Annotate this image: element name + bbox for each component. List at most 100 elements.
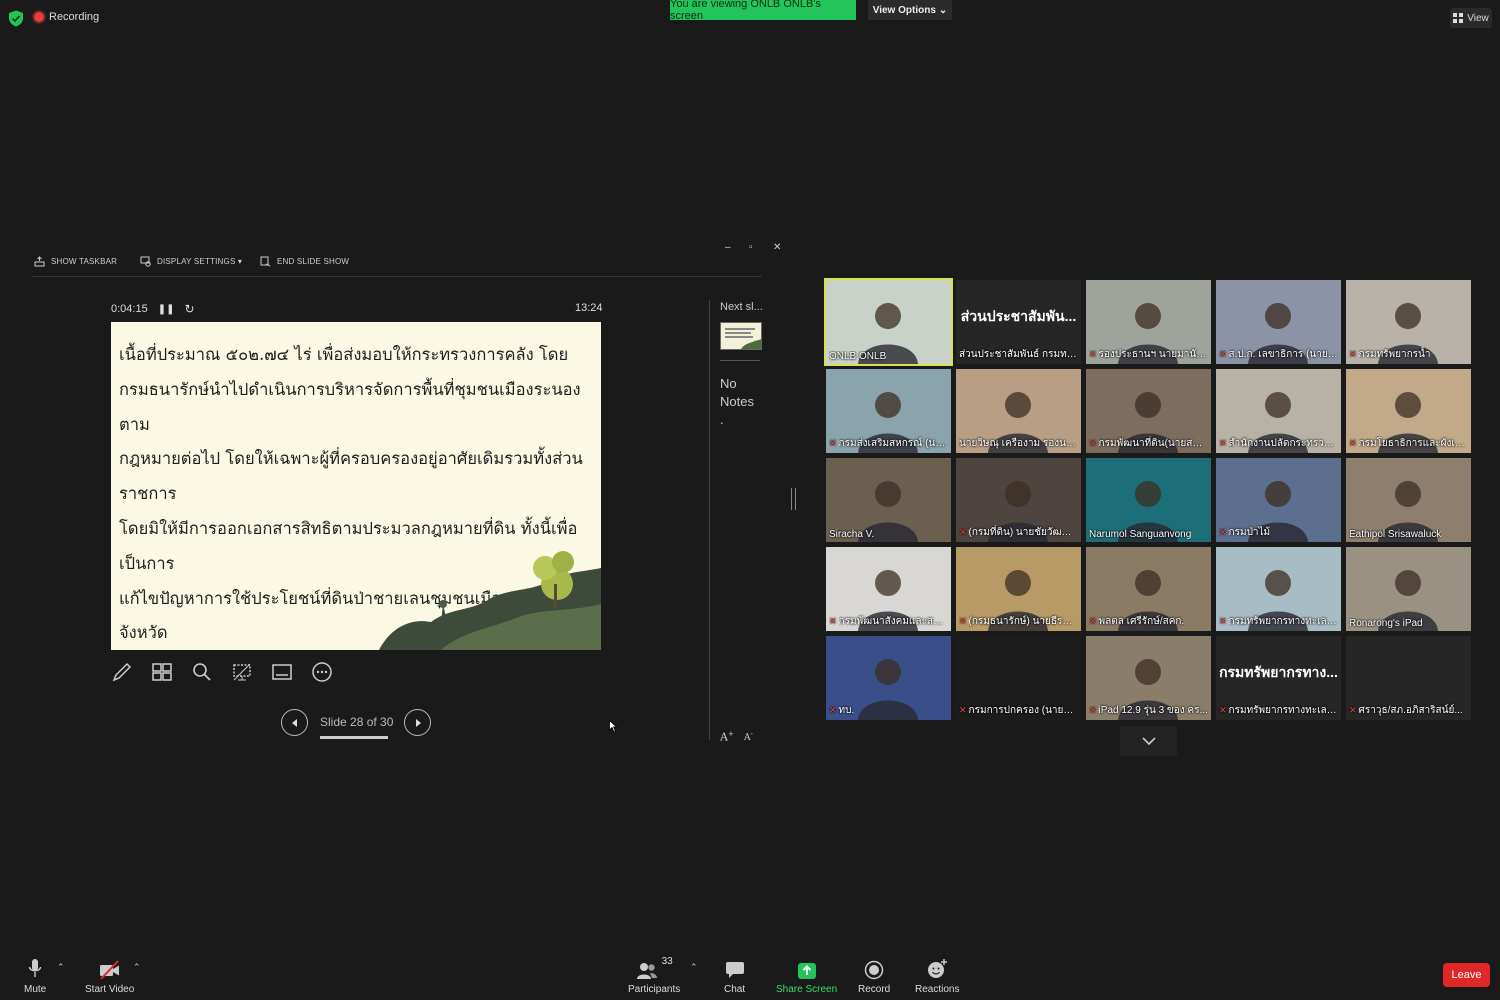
- font-larger-button[interactable]: A+: [720, 730, 734, 744]
- share-screen-button[interactable]: Share Screen: [776, 956, 837, 995]
- forest-decoration-image: [379, 551, 601, 650]
- leave-button[interactable]: Leave: [1443, 963, 1490, 987]
- see-all-slides-icon[interactable]: [151, 660, 173, 684]
- slide-tools: [111, 660, 333, 684]
- security-shield-icon[interactable]: [8, 10, 24, 27]
- view-button[interactable]: View: [1450, 8, 1492, 28]
- audio-options-caret[interactable]: ⌃: [57, 962, 65, 973]
- banner-text: You are viewing ONLB ONLB's screen: [670, 0, 821, 22]
- record-label: Record: [858, 984, 891, 995]
- participant-tile[interactable]: Siracha V.: [826, 458, 951, 542]
- mouse-cursor-icon: [609, 720, 617, 733]
- participant-tile[interactable]: ✕ สำนักงานปลัดกระทรวงทรั...: [1216, 369, 1341, 453]
- more-options-icon[interactable]: [311, 660, 333, 684]
- participant-tile[interactable]: ✕ (กรมที่ดิน) นายชัยวัฒน์ ส...: [956, 458, 1081, 542]
- participant-tile[interactable]: ✕ iPad 12.9 รุ่น 3 ของ คร...: [1086, 636, 1211, 720]
- participant-tile[interactable]: ✕ กรมป่าไม้: [1216, 458, 1341, 542]
- participant-tile[interactable]: ✕ กรมพัฒนาที่ดิน(นายสนิท...: [1086, 369, 1211, 453]
- participant-name: Narumol Sanguanvong: [1089, 529, 1192, 540]
- participant-tile[interactable]: ✕ กรมทรัพยากรน้ำ: [1346, 280, 1471, 364]
- participant-tile[interactable]: กรมทรัพยากรทาง... ✕กรมทรัพยากรทางทะเลและ.…: [1216, 636, 1341, 720]
- slide-counter[interactable]: Slide 28 of 30: [320, 715, 393, 729]
- participants-label: Participants: [628, 984, 681, 995]
- clock-time: 13:24: [575, 302, 603, 314]
- participant-name-label: ✕ กรมพัฒนาสังคมและสวัสดิ...: [829, 614, 948, 629]
- participant-tile[interactable]: ✕ ทบ.: [826, 636, 951, 720]
- close-icon[interactable]: ✕: [773, 242, 781, 253]
- pause-icon[interactable]: ❚❚: [158, 304, 175, 315]
- reset-timer-icon[interactable]: ↻: [184, 302, 194, 316]
- participant-name-label: ✕กรมทรัพยากรทางทะเลและ...: [1219, 614, 1338, 629]
- participant-tile[interactable]: ✕ รองประธานฯ นายมานัส ...: [1086, 280, 1211, 364]
- muted-mic-icon: ✕: [1349, 705, 1357, 715]
- end-slide-show-button[interactable]: END SLIDE SHOW: [260, 256, 349, 267]
- presenter-divider: [709, 300, 710, 740]
- participant-tile[interactable]: ✕กรมทรัพยากรทางทะเลและ...: [1216, 547, 1341, 631]
- reactions-button[interactable]: Reactions: [915, 956, 959, 995]
- chat-button[interactable]: Chat: [724, 956, 745, 995]
- restore-icon[interactable]: ▫: [749, 242, 753, 253]
- pen-tool-icon[interactable]: [111, 660, 133, 684]
- start-video-label: Start Video: [85, 984, 135, 995]
- participant-name: ส.ป.ก. เลขาธิการ (นายวิณ...: [1228, 349, 1338, 360]
- participant-name-label: ✕ ทบ.: [829, 703, 948, 718]
- participant-tile[interactable]: Eathipol Srisawaluck: [1346, 458, 1471, 542]
- participant-tile[interactable]: ✕ พลตล เศรีรักษ์/สคก.: [1086, 547, 1211, 631]
- next-page-button[interactable]: [1120, 726, 1177, 756]
- participant-tile[interactable]: ONLB ONLB: [824, 278, 953, 366]
- participant-name: Ronarong's iPad: [1349, 618, 1423, 629]
- participant-tile[interactable]: ✕ ศราวุธ/สภ.อภิสาริสน์ย์...: [1346, 636, 1471, 720]
- participants-button[interactable]: 33 Participants: [628, 956, 680, 995]
- participant-tile[interactable]: ✕ กรมการปกครอง (นายธน...: [956, 636, 1081, 720]
- participant-tile[interactable]: Narumol Sanguanvong: [1086, 458, 1211, 542]
- previous-slide-button[interactable]: [281, 709, 308, 736]
- show-taskbar-button[interactable]: SHOW TASKBAR: [34, 256, 117, 267]
- muted-mic-icon: ✕: [1089, 616, 1097, 626]
- participant-tile[interactable]: ✕ (กรมธนารักษ์) นายธีรพงษ์...: [956, 547, 1081, 631]
- participant-name-label: ✕ ศราวุธ/สภ.อภิสาริสน์ย์...: [1349, 703, 1468, 718]
- participants-options-caret[interactable]: ⌃: [690, 962, 698, 973]
- view-options-button[interactable]: View Options ⌄: [868, 0, 952, 20]
- participant-name: (กรมที่ดิน) นายชัยวัฒน์ ส...: [968, 527, 1078, 538]
- share-screen-icon: [797, 963, 816, 979]
- participant-tile[interactable]: นายวิษณุ เครืองาม รองนายก...: [956, 369, 1081, 453]
- participant-tile[interactable]: ✕ กรมส่งเสริมสหกรณ์ (นาย...: [826, 369, 951, 453]
- display-settings-button[interactable]: DISPLAY SETTINGS ▾: [140, 256, 242, 267]
- muted-mic-icon: ✕: [1219, 349, 1227, 359]
- leave-label: Leave: [1451, 969, 1482, 981]
- recording-indicator[interactable]: Recording: [34, 11, 99, 23]
- participant-tile[interactable]: ✕ กรมพัฒนาสังคมและสวัสดิ...: [826, 547, 951, 631]
- participant-tile[interactable]: ส่วนประชาสัมพัน... ส่วนประชาสัมพันธ์ กรมท…: [956, 280, 1081, 364]
- participant-name: กรมทรัพยากรทางทะเลและ...: [1228, 705, 1338, 716]
- participant-tile[interactable]: Ronarong's iPad: [1346, 547, 1471, 631]
- participant-name-label: Ronarong's iPad: [1349, 618, 1468, 629]
- participant-name: Siracha V.: [829, 529, 875, 540]
- slide-timer: 0:04:15 ❚❚ ↻: [111, 302, 195, 316]
- muted-mic-icon: ✕: [1349, 438, 1357, 448]
- subtitles-icon[interactable]: [271, 660, 293, 684]
- panel-splitter-handle[interactable]: [791, 488, 796, 510]
- participant-name-label: ✕ iPad 12.9 รุ่น 3 ของ คร...: [1089, 703, 1208, 718]
- record-button[interactable]: Record: [858, 956, 890, 995]
- video-options-caret[interactable]: ⌃: [133, 962, 141, 973]
- participant-tile[interactable]: ✕ส.ป.ก. เลขาธิการ (นายวิณ...: [1216, 280, 1341, 364]
- black-screen-icon[interactable]: [231, 660, 253, 684]
- participant-name: ONLB ONLB: [829, 351, 887, 362]
- next-slide-thumbnail[interactable]: [720, 322, 762, 350]
- muted-mic-icon: ✕: [829, 705, 837, 715]
- start-video-button[interactable]: Start Video: [85, 956, 134, 995]
- participant-tile[interactable]: ✕กรมโยธาธิการและผังเมือง/...: [1346, 369, 1471, 453]
- mute-label: Mute: [24, 984, 47, 995]
- mute-button[interactable]: Mute: [24, 956, 46, 995]
- muted-mic-icon: ✕: [1089, 438, 1097, 448]
- next-slide-button[interactable]: [404, 709, 431, 736]
- muted-mic-icon: ✕: [1089, 705, 1097, 715]
- font-smaller-button[interactable]: A-: [744, 730, 753, 743]
- minimize-icon[interactable]: –: [725, 242, 731, 253]
- slide-progress-bar: [320, 736, 388, 739]
- reactions-label: Reactions: [915, 984, 960, 995]
- display-settings-icon: [140, 256, 151, 267]
- participant-name-label: ✕ (กรมที่ดิน) นายชัยวัฒน์ ส...: [959, 525, 1078, 540]
- zoom-magnifier-icon[interactable]: [191, 660, 213, 684]
- muted-mic-icon: ✕: [959, 705, 967, 715]
